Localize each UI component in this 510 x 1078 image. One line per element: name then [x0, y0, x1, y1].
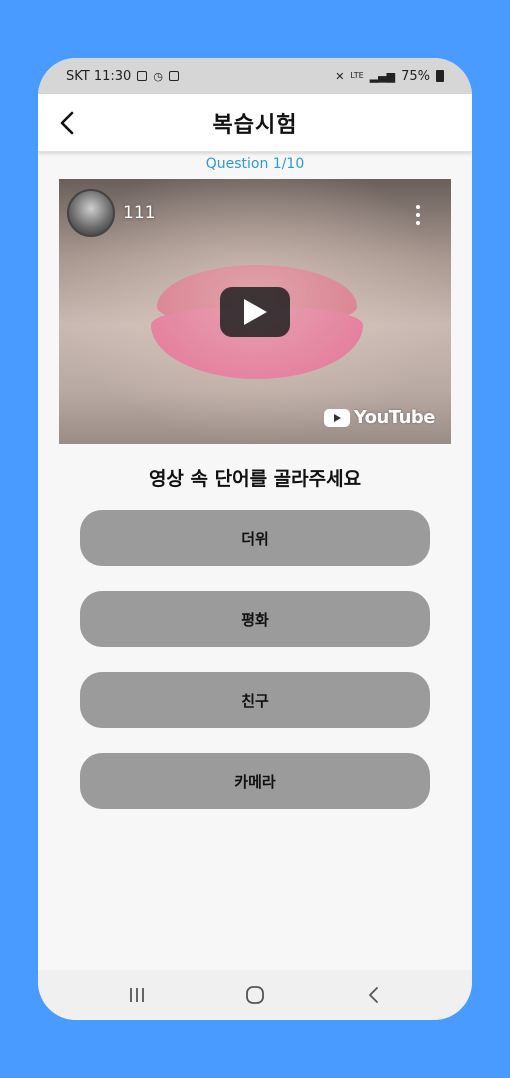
youtube-play-icon [323, 408, 350, 427]
youtube-logo[interactable]: YouTube [323, 407, 436, 428]
signal-icon: ▂▄▆ [369, 69, 396, 83]
channel-avatar[interactable] [67, 189, 115, 237]
answer-option-label: 더위 [241, 529, 269, 548]
carrier-time: SKT 11:30 [66, 68, 132, 84]
lte-icon: LTE [350, 71, 364, 80]
back-button[interactable] [52, 108, 82, 138]
answer-option[interactable]: 친구 [80, 672, 430, 728]
system-nav-bar [38, 970, 472, 1020]
channel-name[interactable]: 111 [123, 203, 155, 223]
play-icon [244, 299, 267, 325]
answer-option-label: 카메라 [234, 772, 276, 791]
answer-option[interactable]: 평화 [80, 591, 430, 647]
answer-option-label: 친구 [241, 691, 269, 710]
more-vertical-icon[interactable] [415, 205, 421, 225]
home-icon [246, 986, 264, 1004]
mute-icon: ✕ [335, 69, 345, 83]
app-notification-icon [168, 71, 179, 81]
status-right: ✕ LTE ▂▄▆ 75% [335, 69, 444, 84]
status-left: SKT 11:30 ◷ [66, 69, 179, 84]
youtube-logo-text: YouTube [353, 407, 436, 428]
answer-option[interactable]: 더위 [80, 510, 430, 566]
page-title: 복습시험 [212, 112, 298, 138]
phone-screen: SKT 11:30 ◷ ✕ LTE ▂▄▆ 75% 복습시험 Question … [38, 58, 472, 1020]
recents-icon [130, 988, 144, 1002]
video-player[interactable]: 111 YouTube [59, 179, 451, 444]
answer-option[interactable]: 카메라 [80, 753, 430, 809]
answer-option-label: 평화 [241, 610, 269, 629]
status-bar: SKT 11:30 ◷ ✕ LTE ▂▄▆ 75% [38, 58, 472, 94]
app-bar: 복습시험 [38, 94, 472, 152]
play-button[interactable] [220, 287, 290, 337]
home-button[interactable] [235, 975, 275, 1015]
alarm-icon: ◷ [153, 69, 163, 83]
gallery-icon [137, 71, 148, 81]
question-counter: Question 1/10 [205, 156, 305, 172]
quiz-prompt: 영상 속 단어를 골라주세요 [148, 468, 362, 490]
chevron-left-icon [60, 111, 74, 135]
battery-icon [436, 70, 444, 82]
back-icon [369, 987, 378, 1003]
recents-button[interactable] [117, 975, 157, 1015]
battery-percent: 75% [401, 68, 430, 84]
system-back-button[interactable] [353, 975, 393, 1015]
